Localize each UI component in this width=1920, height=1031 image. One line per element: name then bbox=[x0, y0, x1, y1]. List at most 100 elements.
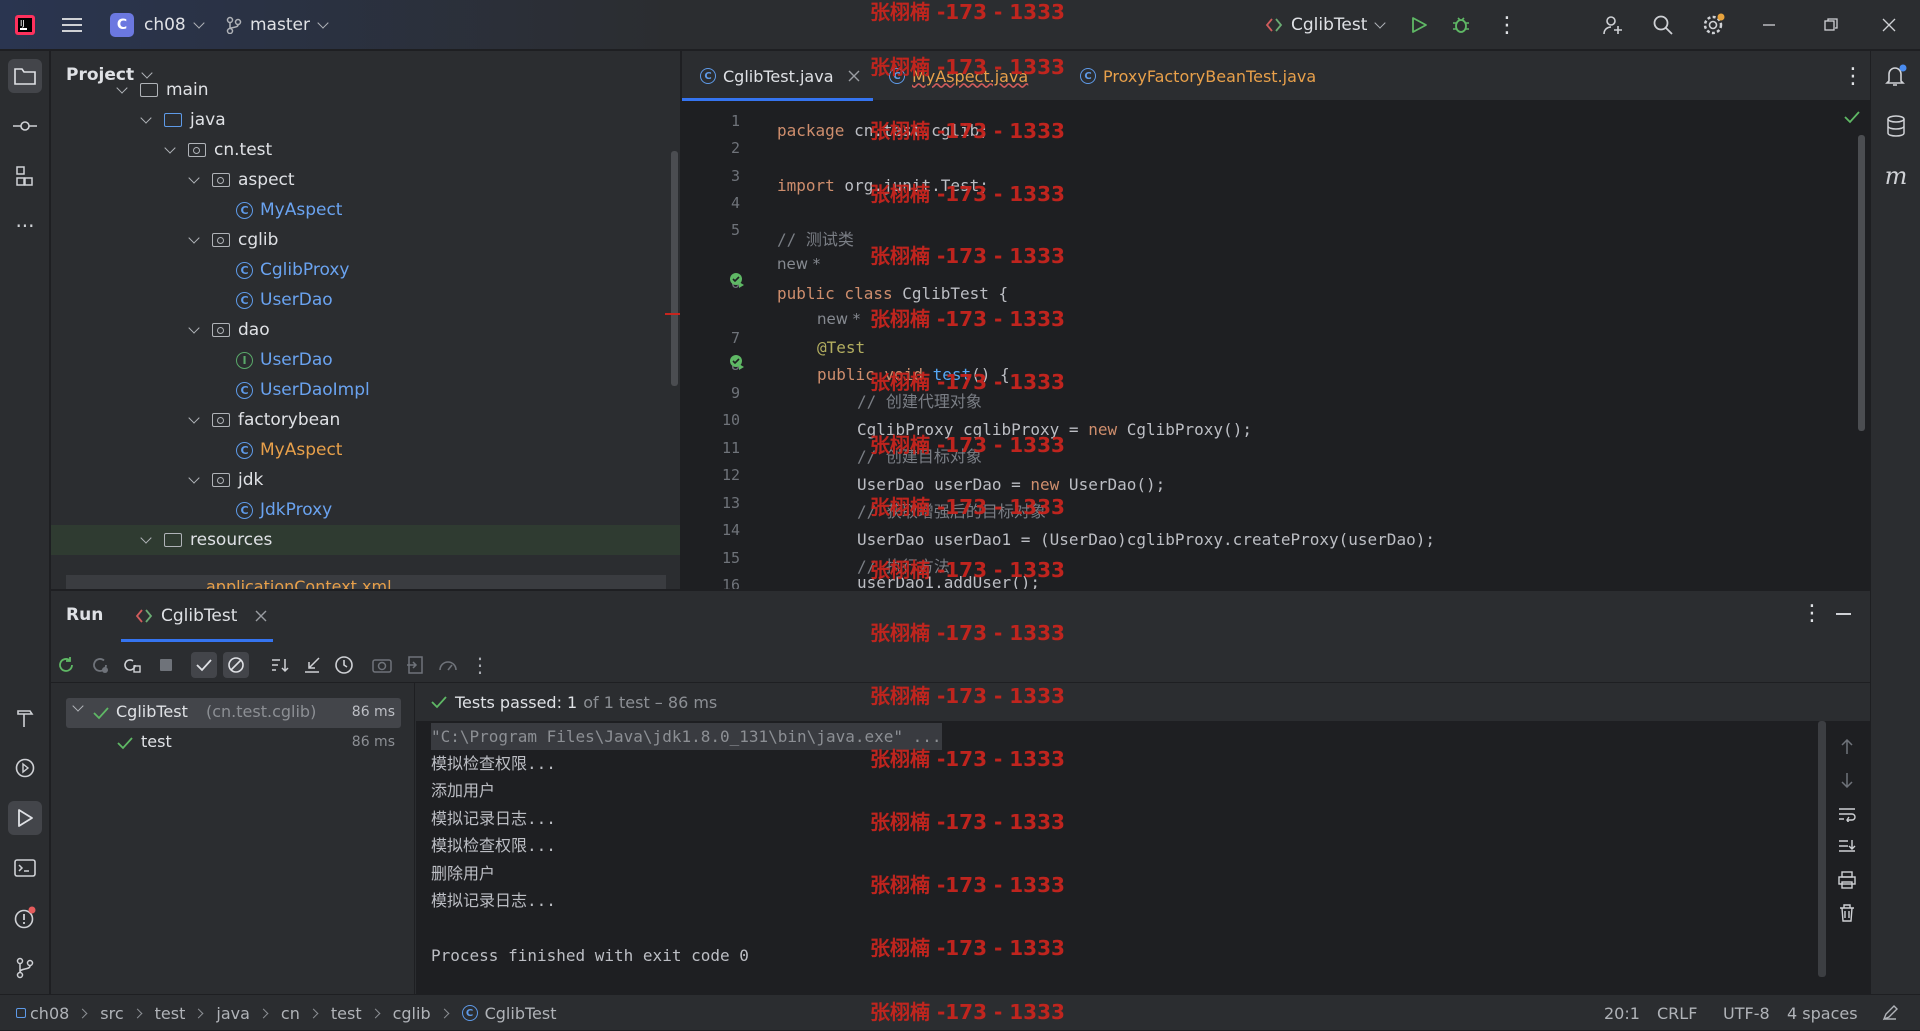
soft-wrap-icon[interactable] bbox=[1838, 806, 1856, 827]
structure-icon[interactable] bbox=[8, 159, 42, 193]
scroll-down-icon[interactable] bbox=[1840, 772, 1854, 793]
tree-item-userdao-interface[interactable]: I UserDao bbox=[236, 345, 333, 375]
commit-icon[interactable] bbox=[8, 109, 42, 143]
tree-item-myaspect[interactable]: C MyAspect bbox=[236, 195, 342, 225]
indent-setting[interactable]: 4 spaces bbox=[1787, 995, 1858, 1031]
import-tests-icon[interactable] bbox=[404, 654, 426, 676]
tab-proxyfactorybeantest[interactable]: C ProxyFactoryBeanTest.java bbox=[1080, 51, 1316, 101]
restore-window-icon[interactable] bbox=[1824, 0, 1838, 50]
run-button[interactable] bbox=[1410, 0, 1428, 50]
editor-scrollbar[interactable] bbox=[1858, 135, 1865, 431]
intellij-logo-icon[interactable]: IJ bbox=[14, 0, 36, 50]
settings-gear-icon[interactable] bbox=[1702, 0, 1726, 50]
camera-icon[interactable] bbox=[371, 654, 393, 676]
run-options-icon[interactable]: ⋮ bbox=[1801, 601, 1823, 626]
code-line[interactable]: @Test bbox=[817, 335, 865, 361]
main-menu-icon[interactable] bbox=[62, 0, 84, 50]
build-hammer-icon[interactable] bbox=[8, 701, 42, 735]
terminal-icon[interactable] bbox=[8, 851, 42, 885]
hide-panel-icon[interactable] bbox=[1836, 613, 1851, 615]
run-tab-cglibtest[interactable]: CglibTest bbox=[135, 591, 267, 641]
close-tab-icon[interactable] bbox=[848, 70, 860, 82]
tree-item-cglib[interactable]: cglib bbox=[188, 225, 278, 255]
services-icon[interactable] bbox=[8, 751, 42, 785]
tree-item-resources[interactable]: resources bbox=[51, 525, 680, 555]
clear-trash-icon[interactable] bbox=[1839, 904, 1855, 927]
rerun-failed-icon[interactable] bbox=[89, 654, 111, 676]
code-vision-hint[interactable]: new * bbox=[777, 253, 820, 275]
run-tool-icon[interactable] bbox=[8, 801, 42, 835]
console-output[interactable]: "C:\Program Files\Java\jdk1.8.0_131\bin\… bbox=[416, 721, 1870, 995]
no-problems-check-icon[interactable] bbox=[1844, 109, 1860, 129]
tree-item-java[interactable]: java bbox=[140, 105, 226, 135]
breadcrumb-item[interactable]: test bbox=[155, 1004, 186, 1023]
tree-item-factorybean[interactable]: factorybean bbox=[188, 405, 340, 435]
notifications-bell-icon[interactable] bbox=[1879, 59, 1913, 93]
run-config-selector[interactable]: CglibTest bbox=[1265, 0, 1387, 50]
show-ignored-toggle-icon[interactable] bbox=[223, 652, 249, 678]
maven-icon[interactable]: m bbox=[1879, 159, 1913, 193]
print-icon[interactable] bbox=[1838, 871, 1856, 894]
package-icon bbox=[212, 173, 230, 187]
tree-item-jdkproxy[interactable]: C JdkProxy bbox=[236, 495, 332, 525]
scroll-to-end-icon[interactable] bbox=[1838, 839, 1856, 860]
close-window-icon[interactable] bbox=[1882, 0, 1896, 50]
scroll-up-icon[interactable] bbox=[1840, 738, 1854, 760]
breadcrumb-item[interactable]: cn bbox=[281, 1004, 300, 1023]
run-test-method-gutter-icon[interactable] bbox=[728, 353, 746, 376]
code-with-me-icon[interactable] bbox=[1602, 0, 1624, 50]
more-actions-icon[interactable]: ⋮ bbox=[1496, 0, 1518, 50]
tree-item-factorybean-myaspect[interactable]: C MyAspect bbox=[236, 435, 342, 465]
tree-item-jdk[interactable]: jdk bbox=[188, 465, 263, 495]
coverage-icon[interactable] bbox=[437, 654, 459, 676]
tree-item-userdao-class[interactable]: C UserDao bbox=[236, 285, 333, 315]
tab-options-icon[interactable]: ⋮ bbox=[1842, 51, 1864, 101]
close-tab-icon[interactable] bbox=[255, 610, 267, 622]
sort-alphabetically-icon[interactable] bbox=[269, 654, 291, 676]
code-vision-hint[interactable]: new * bbox=[817, 308, 860, 330]
code-line[interactable]: UserDao userDao1 = (UserDao)cglibProxy.c… bbox=[857, 527, 1435, 553]
project-folder-icon[interactable] bbox=[8, 59, 42, 93]
tree-item-applicationcontext-xml[interactable]: applicationContext.xml bbox=[66, 575, 666, 589]
database-icon[interactable] bbox=[1879, 109, 1913, 143]
read-only-toggle-icon[interactable] bbox=[1882, 995, 1898, 1031]
collapse-all-icon[interactable] bbox=[301, 654, 323, 676]
caret-position[interactable]: 20:1 bbox=[1604, 995, 1640, 1031]
breadcrumb-item[interactable]: CglibTest bbox=[485, 1004, 557, 1023]
rerun-icon[interactable] bbox=[55, 654, 77, 676]
class-icon: C bbox=[1080, 68, 1096, 84]
line-separator[interactable]: CRLF bbox=[1657, 995, 1697, 1031]
tree-item-aspect[interactable]: aspect bbox=[188, 165, 295, 195]
tree-item-cn-test[interactable]: cn.test bbox=[164, 135, 272, 165]
stop-icon[interactable] bbox=[155, 654, 177, 676]
console-scrollbar[interactable] bbox=[1818, 721, 1826, 977]
project-scrollbar[interactable] bbox=[671, 151, 678, 386]
minimize-window-icon[interactable] bbox=[1762, 0, 1776, 50]
file-encoding[interactable]: UTF-8 bbox=[1723, 995, 1770, 1031]
test-row-test[interactable]: test 86 ms bbox=[66, 728, 401, 758]
project-selector[interactable]: C ch08 bbox=[110, 0, 205, 50]
breadcrumb-item[interactable]: test bbox=[331, 1004, 362, 1023]
test-history-clock-icon[interactable] bbox=[333, 654, 355, 676]
debug-button[interactable] bbox=[1451, 0, 1471, 50]
breadcrumb-item[interactable]: src bbox=[100, 1004, 123, 1023]
more-tool-windows-icon[interactable]: ··· bbox=[8, 209, 42, 243]
code-line[interactable]: // 测试类 bbox=[777, 227, 854, 253]
git-icon[interactable] bbox=[8, 951, 42, 985]
test-row-cglibtest[interactable]: CglibTest (cn.test.cglib) 86 ms bbox=[66, 698, 401, 728]
search-icon[interactable] bbox=[1652, 0, 1674, 50]
toggle-auto-test-icon[interactable] bbox=[121, 654, 143, 676]
tree-item-cglibproxy[interactable]: C CglibProxy bbox=[236, 255, 349, 285]
tab-cglibtest[interactable]: C CglibTest.java bbox=[700, 51, 860, 101]
breadcrumb-item[interactable]: ch08 bbox=[30, 1004, 69, 1023]
breadcrumb-item[interactable]: java bbox=[216, 1004, 250, 1023]
tree-item-userdaoimpl[interactable]: C UserDaoImpl bbox=[236, 375, 370, 405]
show-passed-toggle-icon[interactable] bbox=[191, 652, 217, 678]
tree-item-main[interactable]: main bbox=[116, 75, 208, 105]
tree-item-dao[interactable]: dao bbox=[188, 315, 270, 345]
branch-selector[interactable]: master bbox=[226, 0, 329, 50]
run-test-class-gutter-icon[interactable] bbox=[728, 271, 746, 294]
problems-icon[interactable] bbox=[8, 901, 42, 935]
breadcrumb-item[interactable]: cglib bbox=[393, 1004, 431, 1023]
more-toolbar-icon[interactable]: ⋮ bbox=[469, 653, 491, 677]
